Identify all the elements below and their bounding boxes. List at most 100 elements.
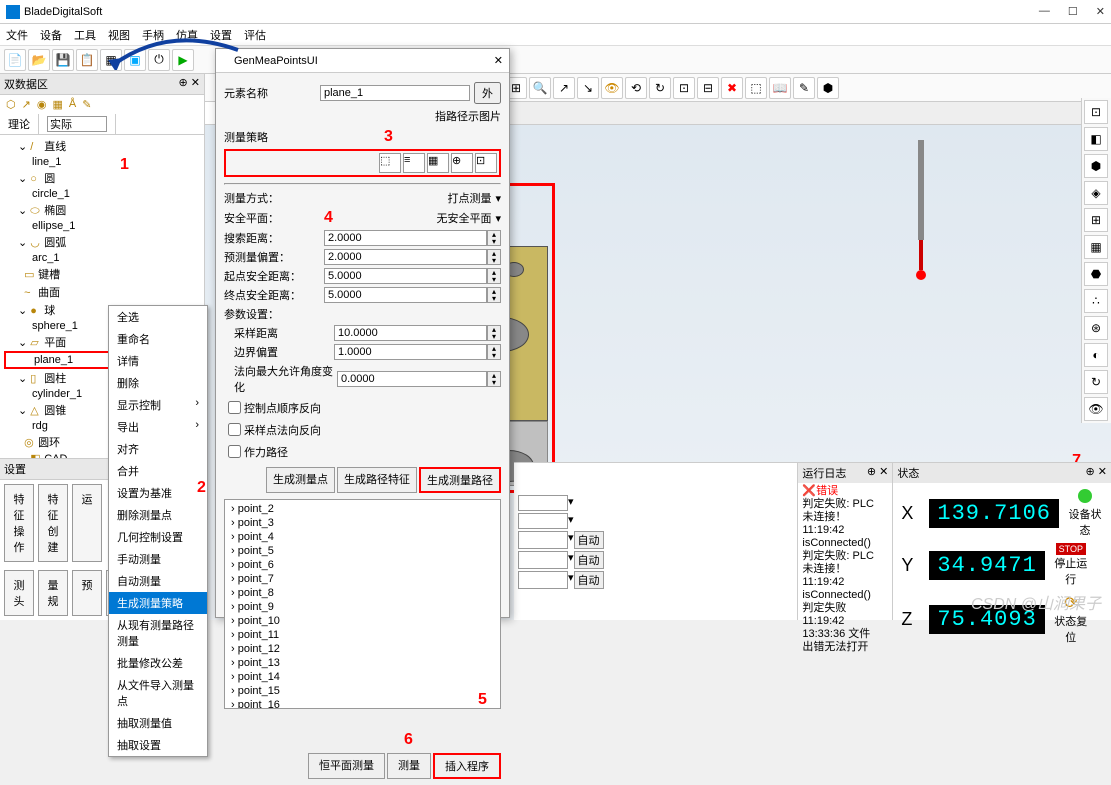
point-item[interactable]: › point_12 — [231, 642, 494, 656]
endsafe-input[interactable] — [324, 287, 487, 303]
tool6-icon[interactable]: ✎ — [82, 98, 91, 111]
rt6-icon[interactable]: ▦ — [1084, 235, 1108, 259]
ct9-icon[interactable]: ⊟ — [697, 77, 719, 99]
dialog-close-icon[interactable]: ✕ — [494, 54, 503, 67]
ctx-export[interactable]: 导出› — [109, 416, 207, 438]
menu-device[interactable]: 设备 — [40, 27, 62, 43]
tool3-icon[interactable]: ◉ — [37, 98, 47, 111]
log-close-icon[interactable]: ⊕ ✕ — [867, 465, 889, 481]
ct5-icon[interactable]: 👁 — [601, 77, 623, 99]
rt3-icon[interactable]: ⬢ — [1084, 154, 1108, 178]
ctx-display[interactable]: 显示控制› — [109, 394, 207, 416]
tree-arc[interactable]: ⌄ ◡圆弧 — [4, 233, 200, 251]
ctx-extractset[interactable]: 抽取设置 — [109, 734, 207, 756]
ctx-batchtol[interactable]: 批量修改公差 — [109, 652, 207, 674]
rt9-icon[interactable]: ⊛ — [1084, 316, 1108, 340]
rt12-icon[interactable]: 👁 — [1084, 397, 1108, 421]
btn-probe[interactable]: 测头 — [4, 570, 34, 616]
cb-forcepath[interactable] — [228, 445, 241, 458]
rt1-icon[interactable]: ⊡ — [1084, 100, 1108, 124]
point-list[interactable]: › point_2› point_3› point_4› point_5› po… — [224, 499, 501, 709]
point-item[interactable]: › point_16 — [231, 698, 494, 709]
new-icon[interactable]: 📄 — [4, 49, 26, 71]
strat-btn-1[interactable]: ⬚ — [379, 153, 401, 173]
point-item[interactable]: › point_7 — [231, 572, 494, 586]
point-item[interactable]: › point_5 — [231, 544, 494, 558]
ct13-icon[interactable]: ✎ — [793, 77, 815, 99]
dd3[interactable] — [518, 531, 568, 549]
ctx-detail[interactable]: 详情 — [109, 350, 207, 372]
ctx-extractval[interactable]: 抽取测量值 — [109, 712, 207, 734]
dd5[interactable] — [518, 571, 568, 589]
elem-input[interactable] — [320, 85, 470, 101]
boundary-input[interactable] — [334, 344, 487, 360]
ct10-icon[interactable]: ✖ — [721, 77, 743, 99]
rt8-icon[interactable]: ∴ — [1084, 289, 1108, 313]
maximize-icon[interactable]: ☐ — [1068, 5, 1078, 18]
btn-pre[interactable]: 预 — [72, 570, 102, 616]
search-input[interactable] — [324, 230, 487, 246]
dd2[interactable] — [518, 513, 568, 529]
measure-btn[interactable]: 测量 — [387, 753, 431, 779]
tool5-icon[interactable]: Å — [69, 98, 76, 111]
open-icon[interactable]: 📂 — [28, 49, 50, 71]
gen-pathfeat-btn[interactable]: 生成路径特征 — [337, 467, 417, 493]
minimize-icon[interactable]: — — [1039, 5, 1050, 18]
strat-btn-4[interactable]: ⊕ — [451, 153, 473, 173]
point-item[interactable]: › point_11 — [231, 628, 494, 642]
tab-theory[interactable]: 理论 — [0, 114, 39, 134]
tool4-icon[interactable]: ▦ — [52, 98, 62, 111]
gen-points-btn[interactable]: 生成测量点 — [266, 467, 335, 493]
point-item[interactable]: › point_10 — [231, 614, 494, 628]
ctx-rename[interactable]: 重命名 — [109, 328, 207, 350]
ct2-icon[interactable]: 🔍 — [529, 77, 551, 99]
ctx-selectall[interactable]: 全选 — [109, 306, 207, 328]
ctx-delmeas[interactable]: 删除测量点 — [109, 504, 207, 526]
ct12-icon[interactable]: 📖 — [769, 77, 791, 99]
menu-tools[interactable]: 工具 — [74, 27, 96, 43]
tree-curve[interactable]: ~曲面 — [4, 283, 200, 301]
point-item[interactable]: › point_8 — [231, 586, 494, 600]
sample-input[interactable] — [334, 325, 487, 341]
rt7-icon[interactable]: ⬣ — [1084, 262, 1108, 286]
tree-line1[interactable]: line_1 — [4, 155, 200, 169]
normal-input[interactable] — [337, 371, 487, 387]
insert-prog-btn[interactable]: 插入程序 — [433, 753, 501, 779]
tool1-icon[interactable]: ⬡ — [6, 98, 16, 111]
tool-icon[interactable]: 📋 — [76, 49, 98, 71]
ct8-icon[interactable]: ⊡ — [673, 77, 695, 99]
save-icon[interactable]: 💾 — [52, 49, 74, 71]
close-icon[interactable]: ✕ — [1096, 5, 1105, 18]
point-item[interactable]: › point_4 — [231, 530, 494, 544]
status-close-icon[interactable]: ⊕ ✕ — [1086, 465, 1108, 481]
rt11-icon[interactable]: ↻ — [1084, 370, 1108, 394]
const-plane-btn[interactable]: 恒平面测量 — [308, 753, 385, 779]
gen-measpath-btn[interactable]: 生成测量路径 — [419, 467, 501, 493]
ct4-icon[interactable]: ↘ — [577, 77, 599, 99]
elem-ext-btn[interactable]: 外 — [474, 82, 501, 104]
tree-ellipse1[interactable]: ellipse_1 — [4, 219, 200, 233]
tree-arc1[interactable]: arc_1 — [4, 251, 200, 265]
btn-feat-op[interactable]: 特征 操作 — [4, 484, 34, 562]
ctx-geoctrl[interactable]: 几何控制设置 — [109, 526, 207, 548]
tool2-icon[interactable]: ↗ — [22, 98, 31, 111]
ct14-icon[interactable]: ⬢ — [817, 77, 839, 99]
btn-run[interactable]: 运 — [72, 484, 102, 562]
panel-close-icon[interactable]: ⊕ ✕ — [179, 76, 201, 92]
stop-btn[interactable]: STOP停止运行 — [1053, 544, 1089, 587]
point-item[interactable]: › point_6 — [231, 558, 494, 572]
ctx-import[interactable]: 从文件导入测量点 — [109, 674, 207, 712]
rt5-icon[interactable]: ⊞ — [1084, 208, 1108, 232]
cb-ctrlrev[interactable] — [228, 401, 241, 414]
ct7-icon[interactable]: ↻ — [649, 77, 671, 99]
point-item[interactable]: › point_15 — [231, 684, 494, 698]
ct11-icon[interactable]: ⬚ — [745, 77, 767, 99]
preoffset-input[interactable] — [324, 249, 487, 265]
dd1[interactable] — [518, 495, 568, 511]
tree-circle[interactable]: ⌄ ○圆 — [4, 169, 200, 187]
strat-btn-5[interactable]: ⊡ — [475, 153, 497, 173]
point-item[interactable]: › point_14 — [231, 670, 494, 684]
dd4[interactable] — [518, 551, 568, 569]
point-item[interactable]: › point_9 — [231, 600, 494, 614]
ct3-icon[interactable]: ↗ — [553, 77, 575, 99]
